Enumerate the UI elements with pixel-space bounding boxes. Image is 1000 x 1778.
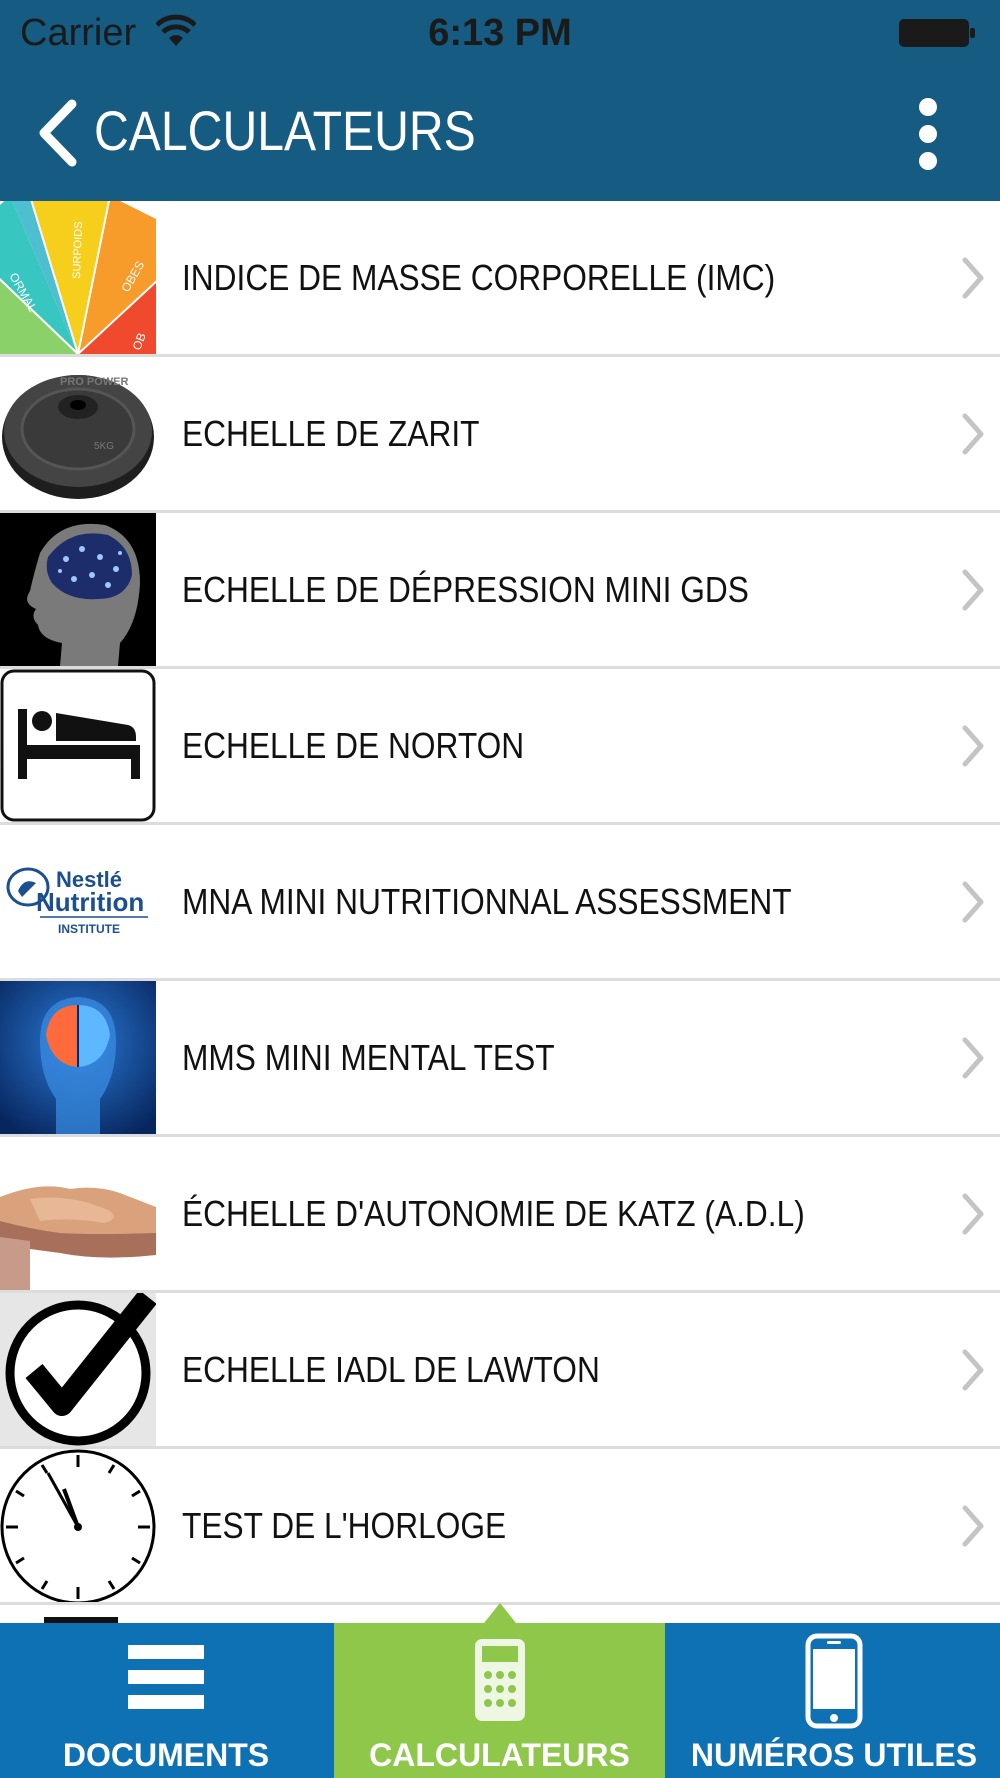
list-item-horloge[interactable]: TEST DE L'HORLOGE <box>0 1449 1000 1605</box>
brain-head-icon <box>0 513 156 666</box>
chevron-right-icon <box>962 1349 984 1391</box>
list-item-norton[interactable]: ECHELLE DE NORTON <box>0 669 1000 825</box>
nav-bar: CALCULATEURS <box>0 68 1000 201</box>
list-item-imc[interactable]: ORMAL SURPOIDS OBES OB INDICE DE MASSE C… <box>0 201 1000 357</box>
checkmark-icon <box>0 1293 156 1446</box>
list-item-lawton[interactable]: ECHELLE IADL DE LAWTON <box>0 1293 1000 1449</box>
chevron-right-icon <box>962 257 984 299</box>
chevron-right-icon <box>962 725 984 767</box>
list-item-mna[interactable]: Nestlé Nutrition INSTITUTE MNA MINI NUTR… <box>0 825 1000 981</box>
chevron-right-icon <box>962 569 984 611</box>
svg-text:5KG: 5KG <box>94 441 114 452</box>
svg-text:SURPOIDS: SURPOIDS <box>71 221 85 279</box>
chevron-right-icon <box>962 1037 984 1079</box>
svg-text:PRO POWER: PRO POWER <box>60 376 129 388</box>
clock-icon <box>0 1449 156 1602</box>
chevron-right-icon <box>962 1505 984 1547</box>
list-item-label: INDICE DE MASSE CORPORELLE (IMC) <box>182 257 776 298</box>
tab-label: DOCUMENTS <box>62 1737 270 1773</box>
list-item-label: MNA MINI NUTRITIONNAL ASSESSMENT <box>182 881 792 922</box>
brain-scan-icon <box>0 981 156 1134</box>
status-time: 6:13 PM <box>428 12 572 54</box>
list-item-label: ECHELLE DE DÉPRESSION MINI GDS <box>182 569 749 610</box>
svg-text:Nutrition: Nutrition <box>36 887 144 917</box>
calculator-icon <box>474 1639 525 1721</box>
weight-plate-icon: PRO POWER 5KG <box>0 357 156 510</box>
menu-icon <box>128 1645 204 1709</box>
chevron-right-icon <box>962 413 984 455</box>
handshake-icon <box>0 1137 156 1290</box>
list-item-katz[interactable]: ÉCHELLE D'AUTONOMIE DE KATZ (A.D.L) <box>0 1137 1000 1293</box>
list-item-label: ECHELLE DE NORTON <box>182 725 525 766</box>
page-title: CALCULATEURS <box>94 99 476 162</box>
tab-documents[interactable]: DOCUMENTS <box>0 1623 332 1778</box>
nestle-nutrition-logo: Nestlé Nutrition INSTITUTE <box>0 825 156 978</box>
tab-label: CALCULATEURS <box>369 1737 630 1773</box>
list-item-label: ECHELLE IADL DE LAWTON <box>182 1349 600 1390</box>
calculator-list: ORMAL SURPOIDS OBES OB INDICE DE MASSE C… <box>0 201 1000 1623</box>
more-options-icon[interactable] <box>910 96 946 172</box>
list-item-label: ECHELLE DE ZARIT <box>182 413 480 454</box>
list-item-label: MMS MINI MENTAL TEST <box>182 1037 555 1078</box>
status-bar: Carrier 6:13 PM <box>0 0 1000 68</box>
chevron-right-icon <box>962 1193 984 1235</box>
svg-text:INSTITUTE: INSTITUTE <box>58 922 120 936</box>
battery-icon <box>899 19 975 47</box>
bed-icon <box>0 669 156 822</box>
list-item-zarit[interactable]: PRO POWER 5KG ECHELLE DE ZARIT <box>0 357 1000 513</box>
back-chevron-icon[interactable] <box>34 98 80 168</box>
phone-icon <box>805 1633 863 1729</box>
tab-calculateurs[interactable]: CALCULATEURS <box>334 1623 665 1778</box>
list-item-label: ÉCHELLE D'AUTONOMIE DE KATZ (A.D.L) <box>182 1193 805 1234</box>
tab-bar: DOCUMENTS CALCULATEURS NUMÉROS UTILES <box>0 1623 1000 1778</box>
chevron-right-icon <box>962 881 984 923</box>
list-item-label: TEST DE L'HORLOGE <box>182 1505 507 1546</box>
tab-label: NUMÉROS UTILES <box>690 1737 978 1773</box>
list-item-gds[interactable]: ECHELLE DE DÉPRESSION MINI GDS <box>0 513 1000 669</box>
bmi-scale-icon: ORMAL SURPOIDS OBES OB <box>0 201 156 354</box>
active-tab-indicator <box>484 1603 516 1623</box>
header: Carrier 6:13 PM CALCULATEURS <box>0 0 1000 201</box>
tab-numeros-utiles[interactable]: NUMÉROS UTILES <box>668 1623 1000 1778</box>
list-item-mms[interactable]: MMS MINI MENTAL TEST <box>0 981 1000 1137</box>
